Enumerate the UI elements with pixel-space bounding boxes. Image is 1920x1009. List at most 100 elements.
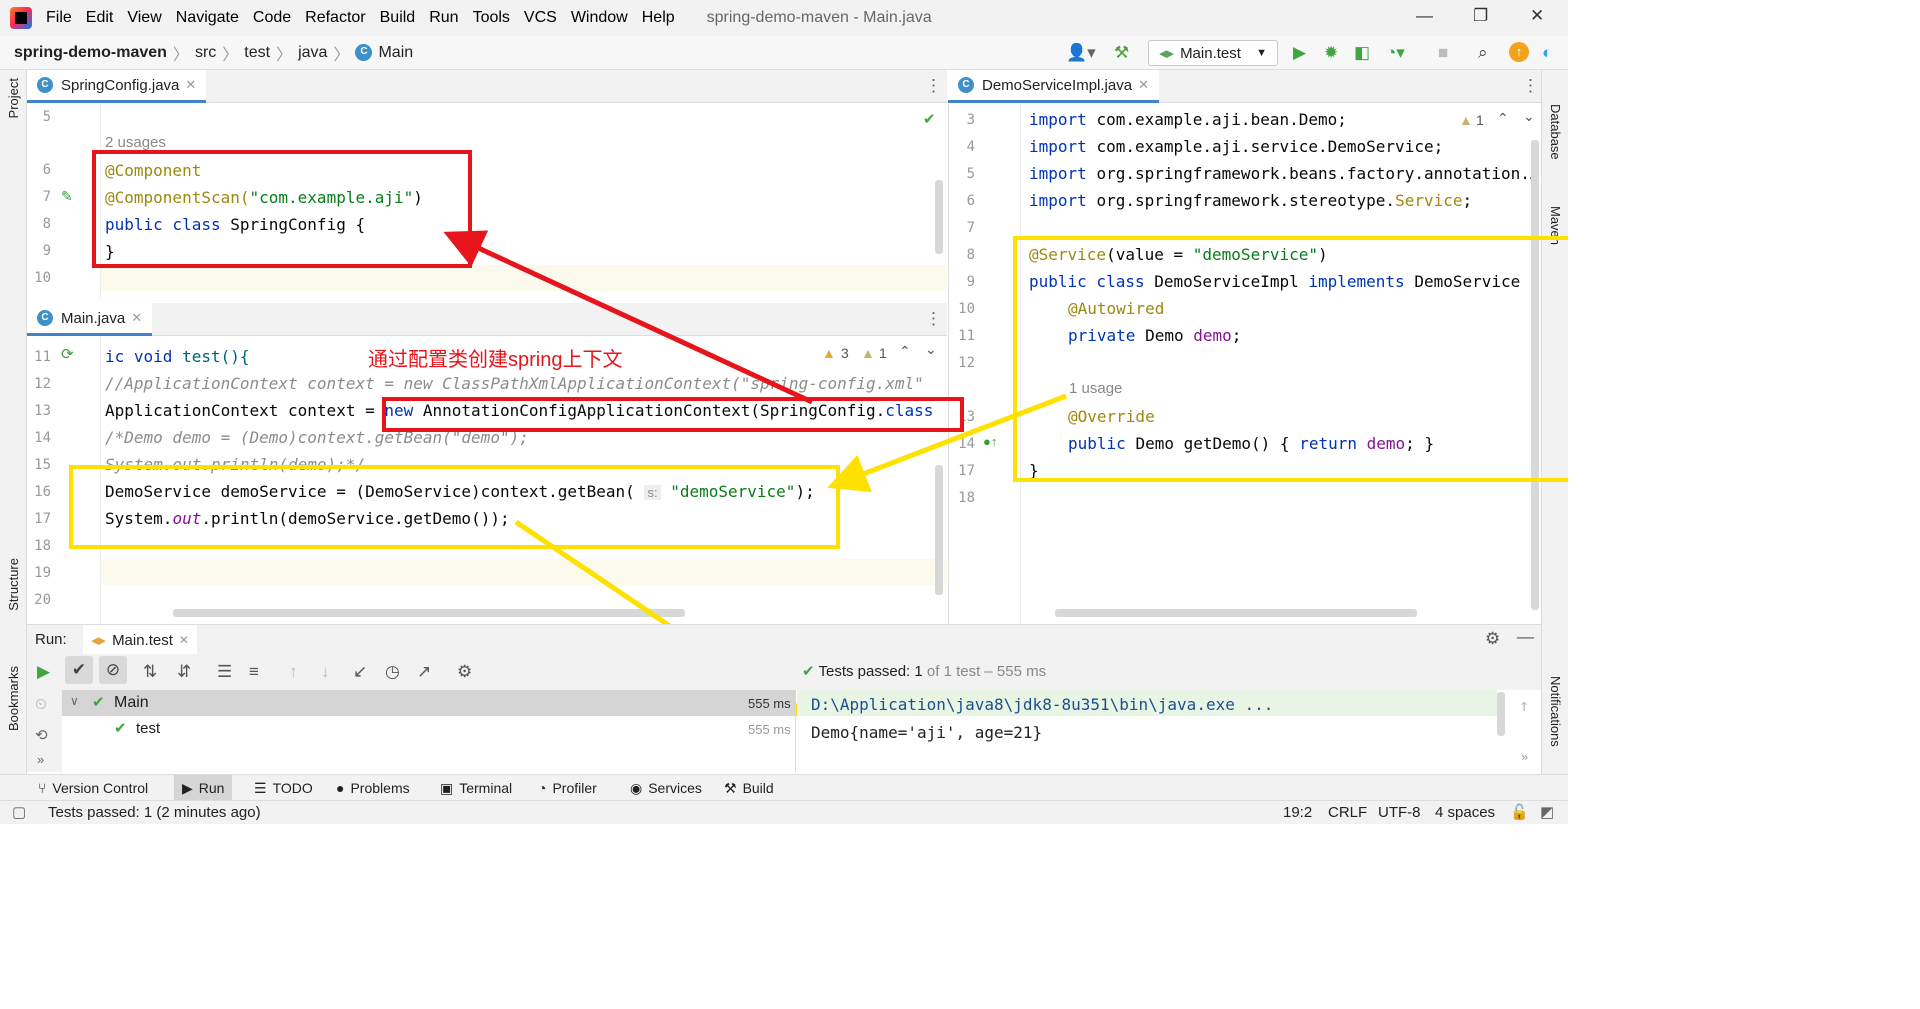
menu-vcs[interactable]: VCS (524, 9, 557, 27)
indent-setting[interactable]: 4 spaces (1435, 804, 1495, 821)
vertical-scrollbar[interactable] (935, 465, 943, 595)
close-tab-icon[interactable]: ✕ (131, 310, 142, 326)
breadcrumb-test[interactable]: test (244, 44, 270, 62)
scroll-up-icon[interactable]: ↑ (1519, 696, 1529, 716)
run-configuration-select[interactable]: ◂▸ Main.test ▼ (1148, 40, 1278, 66)
close-window-icon[interactable]: ✕ (1530, 6, 1544, 26)
tab-demoserviceimpl[interactable]: C DemoServiceImpl.java ✕ (948, 70, 1159, 103)
next-highlight-icon[interactable]: ⌄ (925, 341, 937, 358)
more-actions-icon[interactable]: » (1521, 750, 1528, 764)
maximize-icon[interactable]: ❐ (1473, 6, 1488, 26)
tab-todo[interactable]: ☰ TODO (254, 775, 313, 801)
tab-run[interactable]: ▶ Run (174, 775, 233, 801)
menu-help[interactable]: Help (642, 9, 675, 27)
layout-toggle-icon[interactable]: ▢ (12, 803, 26, 821)
menu-run[interactable]: Run (429, 9, 458, 27)
stop-icon[interactable]: ■ (1438, 43, 1448, 63)
menu-window[interactable]: Window (571, 9, 628, 27)
menu-view[interactable]: View (127, 9, 161, 27)
memory-indicator-icon[interactable]: ◩ (1540, 803, 1554, 821)
notifications-tool-tab[interactable]: Notifications (1548, 676, 1563, 747)
clock-icon[interactable]: ⏲ (35, 696, 47, 713)
hide-panel-icon[interactable]: — (1517, 627, 1534, 647)
tab-problems[interactable]: ● Problems (336, 775, 410, 801)
tree-row-main[interactable]: ∨ ✔ Main 555 ms (62, 690, 796, 716)
minimize-icon[interactable]: — (1416, 6, 1433, 26)
rerun-icon[interactable]: ▶ (37, 662, 50, 682)
import-tests-icon[interactable]: ↙ (353, 662, 367, 682)
restore-layout-icon[interactable]: ⟲ (35, 726, 48, 744)
close-tab-icon[interactable]: ✕ (1138, 77, 1149, 93)
vertical-scrollbar[interactable] (1497, 692, 1505, 736)
tab-services[interactable]: ◉ Services (630, 775, 702, 801)
breadcrumb-main[interactable]: Main (378, 44, 413, 62)
weak-warning-icon[interactable]: ▲ (861, 345, 875, 361)
console-output[interactable]: D:\Application\java8\jdk8-8u351\bin\java… (797, 690, 1541, 772)
run-tab-main-test[interactable]: ◂▸ Main.test ✕ (83, 625, 197, 655)
usages-hint[interactable]: 2 usages (105, 134, 166, 151)
collapse-all-icon[interactable]: ≡ (249, 662, 259, 682)
tab-build[interactable]: ⚒ Build (724, 775, 774, 801)
menu-tools[interactable]: Tools (473, 9, 510, 27)
tab-springconfig[interactable]: C SpringConfig.java ✕ (27, 70, 207, 103)
export-results-icon[interactable]: ↗ (417, 662, 431, 682)
close-tab-icon[interactable]: ✕ (179, 633, 189, 647)
tab-terminal[interactable]: ▣ Terminal (440, 775, 512, 801)
previous-failed-icon[interactable]: ↑ (289, 662, 298, 682)
file-encoding[interactable]: UTF-8 (1378, 804, 1421, 821)
coverage-icon[interactable]: ◧ (1354, 43, 1370, 63)
expand-all-icon[interactable]: ☰ (217, 662, 232, 682)
previous-highlight-icon[interactable]: ⌃ (1497, 110, 1509, 127)
breadcrumb-project[interactable]: spring-demo-maven (14, 44, 167, 62)
menu-code[interactable]: Code (253, 9, 291, 27)
close-tab-icon[interactable]: ✕ (185, 77, 196, 93)
update-icon[interactable]: ↑ (1509, 42, 1529, 62)
ide-features-icon[interactable]: ◐ (1542, 43, 1552, 63)
horizontal-scrollbar[interactable] (1055, 609, 1417, 617)
profile-icon[interactable]: ◔▾ (1386, 43, 1405, 63)
more-options-icon[interactable]: ⋮ (925, 309, 942, 329)
weak-warning-icon[interactable]: ▲ (1459, 112, 1473, 128)
user-icon[interactable]: 👤▾ (1066, 43, 1096, 63)
breadcrumb-src[interactable]: src (195, 44, 216, 62)
menu-refactor[interactable]: Refactor (305, 9, 365, 27)
spring-bean-icon[interactable]: ✎ (61, 188, 73, 205)
breadcrumb-java[interactable]: java (298, 44, 327, 62)
tab-main[interactable]: C Main.java ✕ (27, 303, 153, 336)
more-actions-icon[interactable]: » (37, 752, 44, 767)
menu-build[interactable]: Build (380, 9, 416, 27)
run-icon[interactable]: ▶ (1293, 43, 1306, 63)
menu-file[interactable]: File (46, 9, 72, 27)
show-ignored-icon[interactable]: ⊘ (99, 656, 127, 684)
database-tool-tab[interactable]: Database (1548, 104, 1563, 160)
bookmarks-tool-tab[interactable]: Bookmarks (6, 666, 21, 731)
show-passed-icon[interactable]: ✔ (65, 656, 93, 684)
more-options-icon[interactable]: ⋮ (925, 76, 942, 96)
warning-icon[interactable]: ▲ (822, 345, 836, 361)
line-separator[interactable]: CRLF (1328, 804, 1367, 821)
build-hammer-icon[interactable]: ⚒ (1114, 43, 1129, 63)
more-options-icon[interactable]: ⋮ (1522, 76, 1539, 96)
next-highlight-icon[interactable]: ⌄ (1523, 108, 1535, 125)
chevron-down-icon[interactable]: ∨ (70, 694, 79, 708)
settings-gear-icon[interactable]: ⚙ (1485, 629, 1500, 649)
tree-row-test[interactable]: ✔ test 555 ms (62, 716, 796, 742)
menu-navigate[interactable]: Navigate (176, 9, 239, 27)
vertical-scrollbar[interactable] (935, 180, 943, 254)
tab-profiler[interactable]: ◔ Profiler (538, 775, 597, 801)
run-test-gutter-icon[interactable]: ⟳ (61, 345, 74, 363)
structure-tool-tab[interactable]: Structure (6, 558, 21, 611)
horizontal-scrollbar[interactable] (173, 609, 685, 617)
sort-alphabetically-icon[interactable]: ⇅ (143, 662, 157, 682)
implements-method-icon[interactable]: ●↑ (983, 434, 997, 449)
run-settings-icon[interactable]: ⚙ (457, 662, 472, 682)
tab-version-control[interactable]: ⑂ Version Control (38, 775, 148, 801)
test-history-icon[interactable]: ◷ (385, 662, 400, 682)
sort-by-duration-icon[interactable]: ⇵ (177, 662, 191, 682)
project-tool-tab[interactable]: Project (6, 78, 21, 118)
search-icon[interactable]: ⌕ (1478, 43, 1488, 63)
previous-highlight-icon[interactable]: ⌃ (899, 343, 911, 360)
menu-edit[interactable]: Edit (86, 9, 114, 27)
status-message[interactable]: Tests passed: 1 (2 minutes ago) (48, 804, 261, 821)
debug-icon[interactable]: ✹ (1324, 43, 1338, 63)
